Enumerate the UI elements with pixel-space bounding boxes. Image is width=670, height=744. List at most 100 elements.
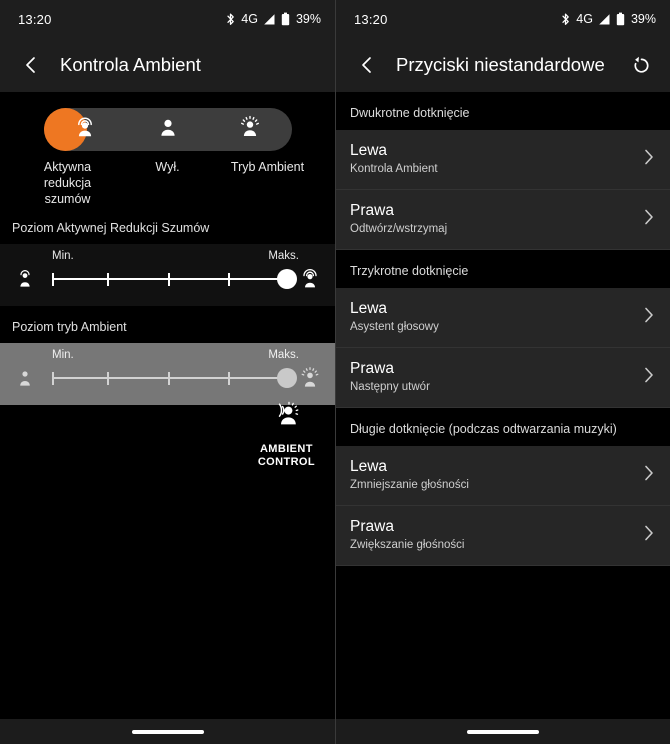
home-gesture-pill[interactable]	[467, 729, 539, 734]
row-text: Lewa Zmniejszanie głośności	[350, 457, 634, 493]
chevron-right-icon	[634, 463, 656, 488]
row-title: Lewa	[350, 458, 388, 475]
list-item[interactable]: Prawa Zwiększanie głośności	[336, 506, 670, 566]
list-item[interactable]: Lewa Asystent głosowy	[336, 288, 670, 348]
chevron-right-icon	[634, 365, 656, 390]
chevron-right-icon	[634, 305, 656, 330]
status-bar-left: 13:20 4G 39%	[0, 0, 335, 38]
anc-tick-2	[106, 272, 109, 286]
battery-percent-label: 39%	[630, 12, 656, 26]
restore-icon[interactable]	[624, 48, 658, 82]
ambient-max-label: Maks.	[268, 349, 299, 361]
mode-option-ambient[interactable]	[209, 108, 292, 151]
anc-tick-1	[52, 272, 54, 286]
list-item[interactable]: Lewa Kontrola Ambient	[336, 130, 670, 190]
row-value: Asystent głosowy	[350, 321, 439, 333]
group-title-long-press: Długie dotknięcie (podczas odtwarzania m…	[336, 408, 670, 446]
mode-label-anc: Aktywna redukcja szumów	[43, 160, 92, 206]
battery-icon	[616, 12, 625, 26]
network-type-label: 4G	[576, 12, 593, 26]
battery-percent-label: 39%	[295, 12, 321, 26]
row-title: Prawa	[350, 202, 394, 219]
ambient-slider-end-labels: Min. Maks.	[10, 349, 325, 361]
list-item[interactable]: Lewa Zmniejszanie głośności	[336, 446, 670, 506]
ambient-slider-row	[10, 361, 325, 395]
group-title-triple-tap: Trzykrotne dotknięcie	[336, 250, 670, 288]
segmented-control-labels: Aktywna redukcja szumów Wył. Tryb Ambien…	[0, 159, 335, 207]
signal-icon	[598, 13, 611, 26]
status-indicators: 4G 39%	[225, 12, 321, 27]
ambient-min-label: Min.	[52, 349, 74, 361]
row-value: Odtwórz/wstrzymaj	[350, 223, 448, 235]
ambient-tick-3	[167, 371, 170, 385]
list-item[interactable]: Prawa Następny utwór	[336, 348, 670, 408]
dual-screenshot: 13:20 4G 39% Kontrola Ambient Aktywna re…	[0, 0, 670, 744]
anc-min-label: Min.	[52, 250, 74, 262]
custom-buttons-list: Dwukrotne dotknięcie Lewa Kontrola Ambie…	[336, 92, 670, 566]
anc-level-section-title: Poziom Aktywnej Redukcji Szumów	[0, 207, 335, 244]
ambient-slider-thumb[interactable]	[276, 368, 297, 388]
chevron-right-icon	[634, 523, 656, 548]
row-text: Prawa Następny utwór	[350, 359, 634, 395]
ambient-level-slider-panel: Min. Maks.	[0, 343, 335, 405]
mode-option-off[interactable]	[126, 108, 209, 151]
mode-label-off: Wył.	[155, 160, 180, 174]
anc-tick-3	[167, 272, 170, 286]
group-title-double-tap: Dwukrotne dotknięcie	[336, 92, 670, 130]
network-type-label: 4G	[241, 12, 258, 26]
page-title: Przyciski niestandardowe	[396, 54, 605, 75]
mode-option-anc[interactable]	[44, 108, 127, 151]
chevron-right-icon	[634, 207, 656, 232]
app-bar-left: Kontrola Ambient	[0, 38, 335, 92]
row-value: Następny utwór	[350, 381, 430, 393]
bluetooth-icon	[225, 12, 236, 27]
row-title: Lewa	[350, 300, 388, 317]
person-small-icon	[12, 367, 38, 389]
row-text: Lewa Kontrola Ambient	[350, 141, 634, 177]
ambient-strong-icon	[297, 367, 323, 389]
anc-tick-4	[228, 272, 231, 286]
battery-icon	[281, 12, 290, 26]
app-bar-right: Przyciski niestandardowe	[336, 38, 670, 92]
row-text: Lewa Asystent głosowy	[350, 299, 634, 335]
ambient-tick-4	[228, 371, 231, 385]
anc-level-slider-panel: Min. Maks.	[0, 244, 335, 306]
branding-line-1: AMBIENT	[259, 443, 313, 455]
status-indicators: 4G 39%	[560, 12, 656, 27]
ambient-tick-1	[52, 371, 54, 385]
row-value: Kontrola Ambient	[350, 163, 438, 175]
anc-slider-row	[10, 262, 325, 296]
list-item[interactable]: Prawa Odtwórz/wstrzymaj	[336, 190, 670, 250]
anc-strong-icon	[297, 268, 323, 290]
segmented-control-row	[0, 108, 335, 151]
anc-slider-thumb[interactable]	[276, 269, 297, 289]
anc-slider-track[interactable]	[46, 264, 297, 294]
anc-person-icon	[73, 115, 97, 144]
status-bar-right: 13:20 4G 39%	[336, 0, 670, 38]
ambient-level-section-title: Poziom tryb Ambient	[0, 306, 335, 343]
ambient-slider-track[interactable]	[46, 363, 297, 393]
mode-label-ambient: Tryb Ambient	[230, 160, 305, 174]
branding-line-2: CONTROL	[257, 456, 315, 468]
bluetooth-icon	[560, 12, 571, 27]
row-title: Prawa	[350, 518, 394, 535]
back-chevron-icon[interactable]	[14, 48, 48, 82]
back-chevron-icon[interactable]	[350, 48, 384, 82]
status-time: 13:20	[18, 11, 52, 27]
row-text: Prawa Zwiększanie głośności	[350, 517, 634, 553]
anc-small-icon	[12, 268, 38, 290]
home-gesture-pill[interactable]	[131, 729, 204, 734]
anc-slider-end-labels: Min. Maks.	[10, 250, 325, 262]
ambient-control-logo-icon	[269, 400, 303, 437]
signal-icon	[263, 13, 276, 26]
nav-bar-left	[0, 719, 335, 744]
segmented-control	[43, 108, 292, 151]
status-time: 13:20	[354, 11, 388, 27]
right-screen: 13:20 4G 39% Przyciski niestandardowe Dw…	[335, 0, 670, 744]
ambient-mode-selector: Aktywna redukcja szumów Wył. Tryb Ambien…	[0, 92, 335, 207]
row-text: Prawa Odtwórz/wstrzymaj	[350, 201, 634, 237]
ambient-control-branding: AMBIENT CONTROL	[258, 400, 315, 469]
row-title: Prawa	[350, 360, 394, 377]
row-title: Lewa	[350, 142, 388, 159]
left-screen: 13:20 4G 39% Kontrola Ambient Aktywna re…	[0, 0, 335, 744]
